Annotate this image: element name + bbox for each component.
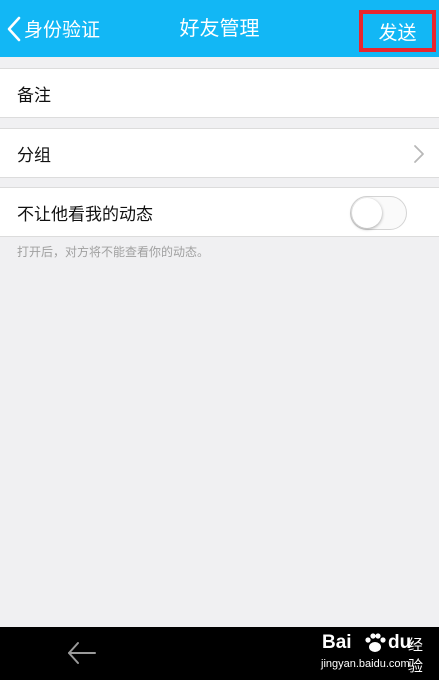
chevron-right-icon <box>414 145 424 163</box>
group-row[interactable]: 分组 <box>0 128 439 178</box>
paw-icon <box>365 633 386 652</box>
top-bar: 身份验证 好友管理 发送 <box>0 0 439 57</box>
remark-row[interactable]: 备注 <box>0 68 439 118</box>
remark-label: 备注 <box>17 85 51 106</box>
group-label: 分组 <box>17 145 51 166</box>
hide-moments-hint: 打开后，对方将不能查看你的动态。 <box>17 245 210 259</box>
send-button[interactable]: 发送 <box>359 10 436 52</box>
hide-moments-row: 不让他看我的动态 <box>0 187 439 237</box>
watermark-url: jingyan.baidu.com <box>321 658 410 670</box>
send-button-label: 发送 <box>378 21 417 44</box>
baidu-jingyan-watermark: Bai du 经验 jingyan.baidu.com <box>318 629 436 677</box>
hide-moments-label: 不让他看我的动态 <box>17 204 153 225</box>
watermark-brand-left: Bai <box>322 632 352 653</box>
arrow-left-icon[interactable] <box>66 639 98 667</box>
hide-moments-toggle[interactable] <box>350 196 407 230</box>
toggle-knob <box>352 198 382 228</box>
watermark-brand-cn: 经验 <box>408 636 424 675</box>
